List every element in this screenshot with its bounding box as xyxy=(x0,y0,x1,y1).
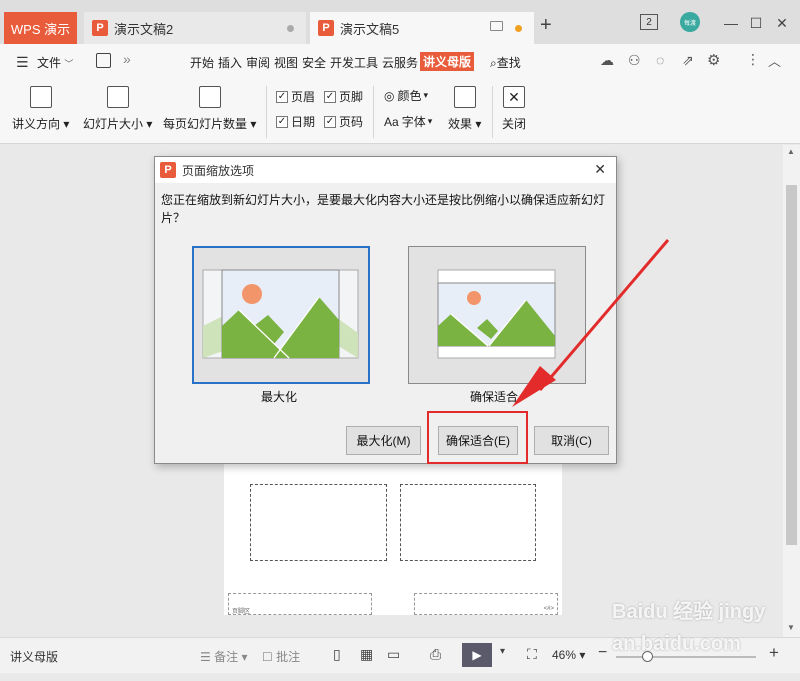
fit-window-icon[interactable]: ⛶ xyxy=(527,646,537,663)
slide-sorter-icon[interactable]: ▦ xyxy=(360,646,373,663)
watermark-text: Baidu 经验 jingyan.baidu.com xyxy=(612,601,766,655)
comments-toggle[interactable]: ☐ 批注 xyxy=(262,648,300,665)
watermark: Baidu 经验 jingyan.baidu.com xyxy=(612,596,772,656)
play-icon: ▶ xyxy=(472,648,482,662)
notes-toggle[interactable]: ☰ 备注 ▾ xyxy=(200,648,247,665)
play-options-icon[interactable]: ▾ xyxy=(500,646,505,657)
reading-view-icon[interactable]: ▭ xyxy=(387,646,400,663)
play-slideshow-button[interactable]: ▶ xyxy=(462,643,492,667)
zoom-value: 46% xyxy=(552,648,577,662)
comment-add-icon: ☐ xyxy=(262,650,273,664)
zoom-out-icon[interactable]: − xyxy=(598,644,607,662)
normal-view-icon[interactable]: ▯ xyxy=(333,646,341,663)
comments-label: 批注 xyxy=(276,650,301,664)
notes-icon: ☰ xyxy=(200,650,211,664)
presenter-tools-icon[interactable]: ⎙ xyxy=(430,646,441,663)
zoom-level[interactable]: 46% ▾ xyxy=(552,648,585,662)
view-mode-label: 讲义母版 xyxy=(10,650,59,664)
notes-label: 备注 xyxy=(214,650,239,664)
annotation-arrow-icon xyxy=(512,239,670,407)
